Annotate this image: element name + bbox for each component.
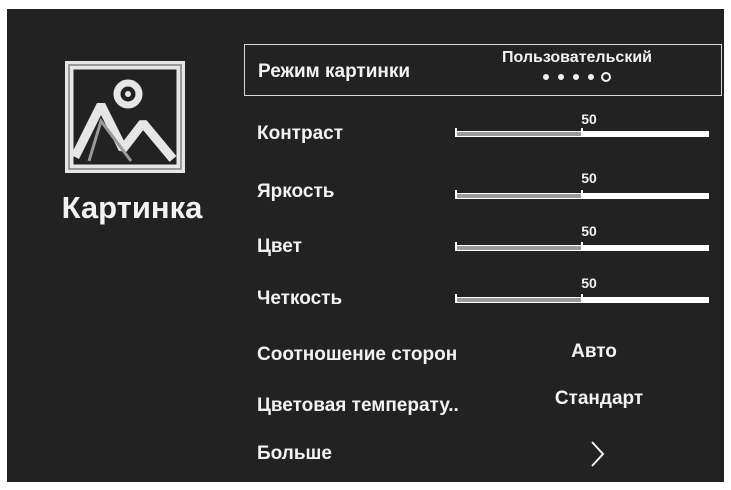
- brightness-value: 50: [581, 170, 597, 186]
- sharpness-label: Четкость: [257, 288, 343, 309]
- sharpness-value: 50: [581, 275, 597, 291]
- menu-item-sharpness[interactable]: Четкость 50: [244, 275, 722, 315]
- mode-dot-4: [588, 74, 594, 80]
- sharpness-slider-start: [455, 294, 457, 303]
- mode-dot-1: [543, 74, 549, 80]
- menu-item-more[interactable]: Больше: [244, 435, 722, 475]
- color-slider-knob[interactable]: [581, 242, 583, 251]
- contrast-slider-knob[interactable]: [581, 128, 583, 137]
- mode-dot-5: [601, 72, 611, 82]
- color-temperature-label: Цветовая температу..: [257, 395, 459, 416]
- aspect-ratio-label: Соотношение сторон: [257, 344, 458, 365]
- color-temperature-value: Стандарт: [554, 388, 644, 409]
- menu-item-aspect-ratio[interactable]: Соотношение сторон Авто: [244, 335, 722, 375]
- brightness-slider-fill: [455, 194, 582, 198]
- sharpness-slider[interactable]: [455, 294, 709, 303]
- color-slider[interactable]: [455, 242, 709, 251]
- picture-mountains-icon: [65, 61, 185, 173]
- menu-item-color[interactable]: Цвет 50: [244, 223, 722, 263]
- sharpness-slider-fill: [455, 298, 582, 302]
- chevron-right-icon: [591, 441, 605, 467]
- aspect-ratio-value: Авто: [571, 341, 617, 362]
- menu-item-contrast[interactable]: Контраст 50: [244, 109, 722, 149]
- color-slider-start: [455, 242, 457, 251]
- more-label: Больше: [257, 443, 332, 464]
- sharpness-slider-knob[interactable]: [581, 294, 583, 303]
- mode-dot-3: [573, 74, 579, 80]
- contrast-label: Контраст: [257, 123, 344, 144]
- section-title: Картинка: [61, 190, 203, 225]
- brightness-slider[interactable]: [455, 190, 709, 199]
- menu-item-picture-mode[interactable]: Режим картинки Пользовательский: [244, 44, 722, 96]
- color-slider-fill: [455, 246, 582, 250]
- brightness-slider-knob[interactable]: [581, 190, 583, 199]
- mode-dot-2: [558, 74, 564, 80]
- contrast-slider[interactable]: [455, 128, 709, 137]
- tv-osd-screen: Картинка Режим картинки Пользовательский…: [7, 9, 724, 482]
- color-label: Цвет: [257, 236, 302, 257]
- section-panel: Картинка: [7, 9, 242, 482]
- contrast-slider-start: [455, 128, 457, 137]
- color-value: 50: [581, 223, 597, 239]
- menu-item-brightness[interactable]: Яркость 50: [244, 169, 722, 209]
- contrast-slider-fill: [455, 132, 582, 136]
- picture-mode-value: Пользовательский: [501, 49, 653, 66]
- brightness-slider-start: [455, 190, 457, 199]
- contrast-value: 50: [581, 111, 597, 127]
- brightness-label: Яркость: [257, 181, 335, 202]
- menu-item-color-temperature[interactable]: Цветовая температу.. Стандарт: [244, 385, 722, 425]
- picture-mode-label: Режим картинки: [258, 61, 411, 82]
